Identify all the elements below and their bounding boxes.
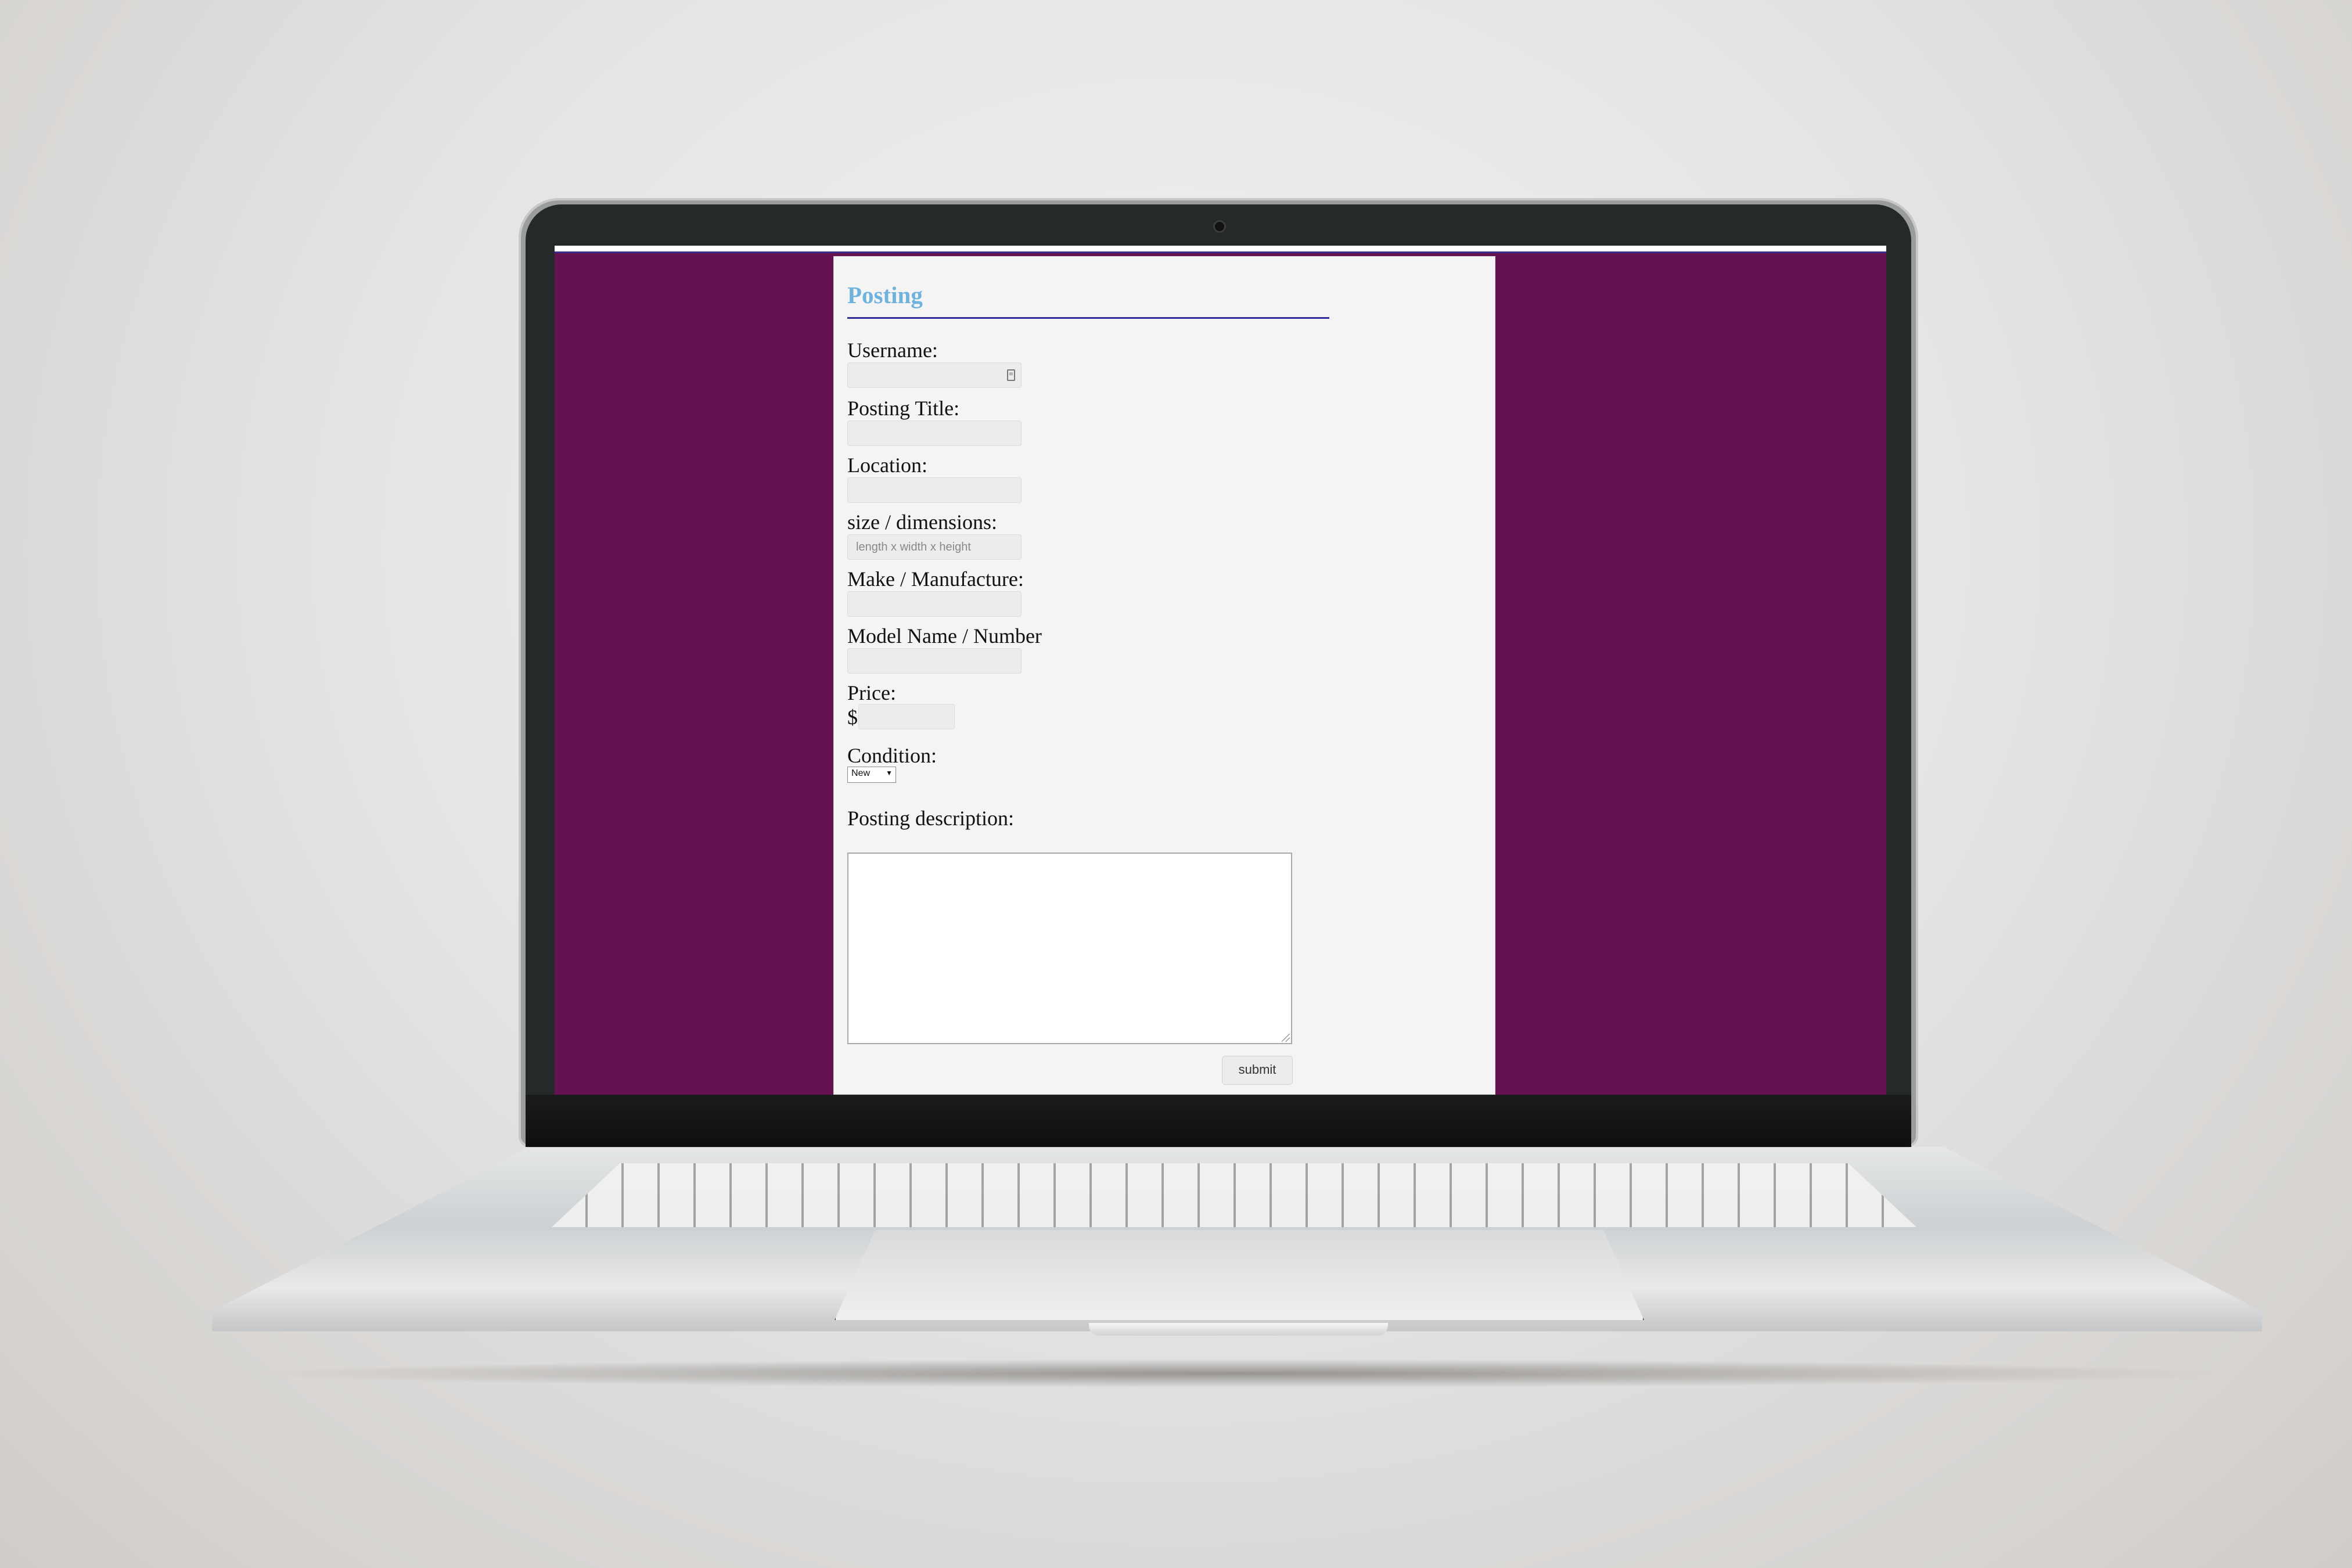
page-title: Posting — [847, 282, 923, 308]
resize-handle-icon[interactable] — [1282, 1034, 1290, 1042]
submit-button[interactable]: submit — [1222, 1056, 1293, 1085]
laptop-keyboard — [552, 1163, 1916, 1227]
size-placeholder: length x width x height — [856, 541, 971, 553]
make-label: Make / Manufacture: — [847, 567, 1024, 591]
contact-card-icon[interactable]: ≡ — [1007, 369, 1015, 381]
description-label: Posting description: — [847, 807, 1014, 830]
laptop-front-notch — [1089, 1323, 1388, 1336]
condition-label: Condition: — [847, 744, 937, 767]
location-input[interactable] — [847, 477, 1022, 503]
posting-title-label: Posting Title: — [847, 397, 960, 420]
condition-selected: New — [851, 768, 871, 778]
laptop-shadow — [244, 1359, 2230, 1388]
size-input[interactable]: length x width x height — [847, 534, 1022, 560]
model-label: Model Name / Number — [847, 624, 1042, 648]
condition-select[interactable]: New ▼ — [847, 767, 896, 783]
screen-bottom-bezel — [526, 1095, 1911, 1147]
laptop-trackpad — [835, 1230, 1644, 1320]
price-currency-symbol: $ — [847, 706, 858, 729]
browser-top-edge — [555, 246, 1886, 253]
model-input[interactable] — [847, 648, 1022, 674]
description-textarea[interactable] — [847, 853, 1292, 1044]
price-input[interactable] — [858, 704, 955, 729]
posting-title-input[interactable] — [847, 420, 1022, 446]
posting-form: Posting Username: ≡ Posting Title: Locat… — [833, 256, 1495, 1095]
title-underline — [847, 317, 1329, 319]
make-input[interactable] — [847, 591, 1022, 617]
chevron-down-icon: ▼ — [886, 769, 893, 777]
price-label: Price: — [847, 681, 896, 704]
laptop-screen: Posting Username: ≡ Posting Title: Locat… — [555, 246, 1886, 1095]
size-label: size / dimensions: — [847, 510, 997, 534]
username-input[interactable]: ≡ — [847, 362, 1022, 388]
username-label: Username: — [847, 339, 938, 362]
webcam — [1215, 222, 1224, 231]
location-label: Location: — [847, 454, 927, 477]
